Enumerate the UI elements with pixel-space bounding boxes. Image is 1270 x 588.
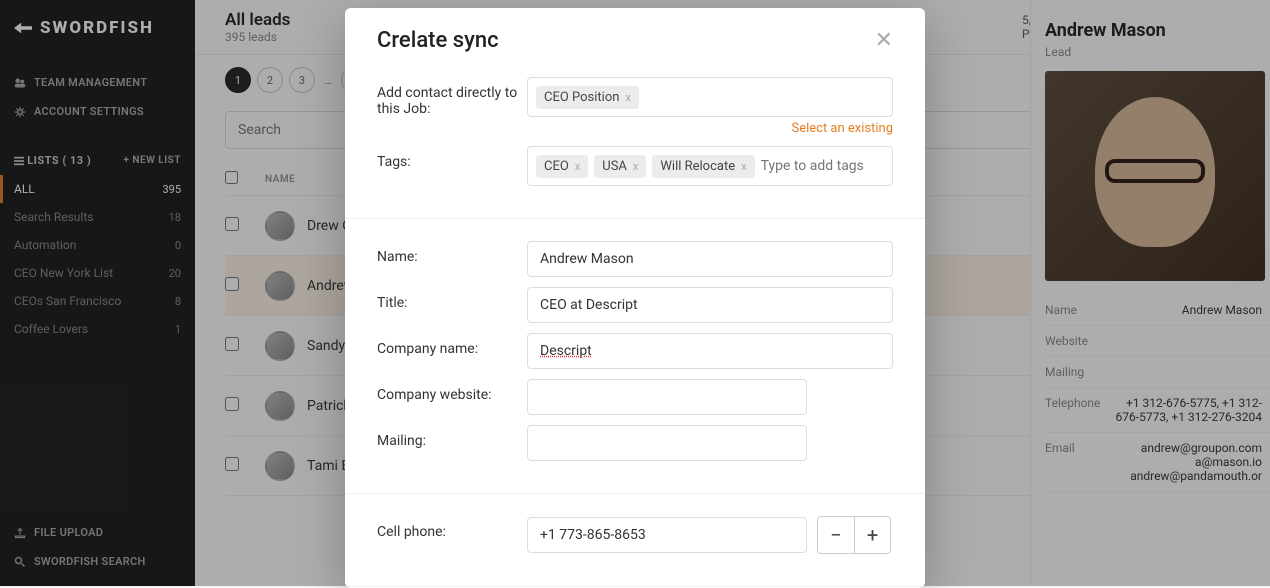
mailing-input[interactable] [527, 425, 807, 461]
remove-cell-button[interactable]: − [818, 517, 854, 553]
job-tagbox[interactable]: CEO Positionx [527, 77, 893, 117]
field-label-mailing: Mailing: [377, 425, 527, 449]
field-label-tags: Tags: [377, 146, 527, 170]
select-existing-link[interactable]: Select an existing [527, 121, 893, 136]
tag: CEOx [536, 155, 588, 178]
tag-input[interactable] [761, 158, 884, 174]
field-label-title: Title: [377, 287, 527, 311]
field-label-website: Company website: [377, 379, 527, 403]
title-input[interactable] [527, 287, 893, 323]
website-input[interactable] [527, 379, 807, 415]
field-label-job: Add contact directly to this Job: [377, 77, 527, 117]
field-label-company: Company name: [377, 333, 527, 357]
close-icon[interactable]: ✕ [875, 28, 893, 53]
add-cell-button[interactable]: + [854, 517, 890, 553]
tag: Will Relocatex [652, 155, 754, 178]
name-input[interactable] [527, 241, 893, 277]
modal-title: Crelate sync [377, 28, 499, 53]
field-label-cell: Cell phone: [377, 516, 527, 540]
remove-tag-icon[interactable]: x [633, 160, 638, 173]
tag: CEO Positionx [536, 86, 639, 109]
remove-tag-icon[interactable]: x [575, 160, 580, 173]
company-input[interactable] [527, 333, 893, 369]
field-label-name: Name: [377, 241, 527, 265]
crelate-sync-modal: Crelate sync ✕ Add contact directly to t… [345, 8, 925, 588]
tags-tagbox[interactable]: CEOx USAx Will Relocatex [527, 146, 893, 186]
tag: USAx [594, 155, 646, 178]
remove-tag-icon[interactable]: x [625, 91, 630, 104]
cell-phone-input[interactable] [527, 517, 807, 553]
remove-tag-icon[interactable]: x [741, 160, 746, 173]
